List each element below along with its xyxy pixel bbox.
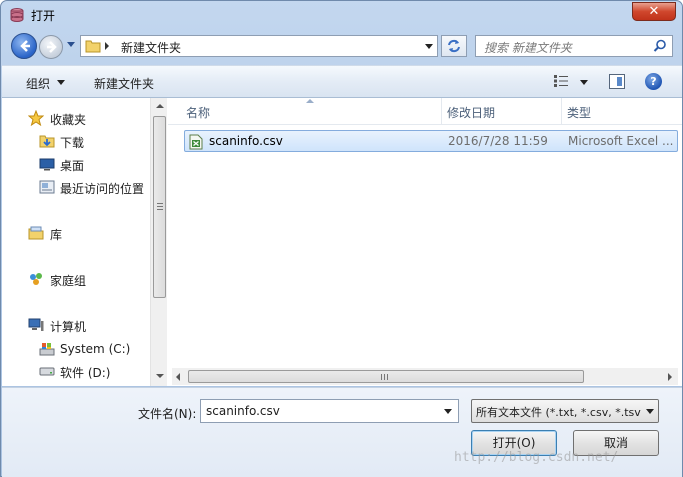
search-placeholder: 搜索 新建文件夹	[484, 41, 572, 55]
csv-file-icon	[189, 134, 203, 150]
content-area: 收藏夹 下载 桌面 最近访问的位置 库 家庭组 计算机 System (C:) …	[2, 98, 682, 386]
drive-icon	[39, 367, 55, 376]
view-options-icon[interactable]	[553, 74, 569, 88]
sidebar-item-recent-places[interactable]: 最近访问的位置	[2, 177, 150, 197]
file-type-filter-value: 所有文本文件 (*.txt, *.csv, *.tsv	[476, 406, 641, 419]
window-title: 打开	[31, 9, 56, 23]
scrollbar-thumb[interactable]	[153, 116, 166, 298]
sidebar-item-downloads[interactable]: 下载	[2, 131, 150, 151]
filename-dropdown-icon[interactable]	[444, 409, 452, 414]
sidebar-item-drive-d[interactable]: 软件 (D:)	[2, 361, 150, 381]
navigation-pane-scrollbar[interactable]	[150, 98, 167, 386]
recent-pages-dropdown[interactable]	[67, 42, 75, 47]
preview-pane-icon[interactable]	[609, 74, 625, 89]
grip-icon	[157, 203, 163, 210]
recent-places-icon	[39, 180, 55, 194]
file-list-horizontal-scrollbar[interactable]	[172, 368, 678, 385]
sidebar-item-label: 计算机	[50, 320, 87, 334]
sidebar-item-label: 下载	[60, 136, 85, 150]
search-input[interactable]: 搜索 新建文件夹	[475, 35, 673, 57]
star-icon	[28, 110, 44, 126]
view-dropdown-icon[interactable]	[580, 80, 588, 85]
sidebar-item-label: 桌面	[60, 159, 85, 173]
system-drive-icon	[39, 343, 55, 356]
file-type: Microsoft Excel ...	[568, 134, 674, 148]
column-divider[interactable]	[561, 98, 562, 125]
grip-icon	[381, 374, 388, 380]
sort-ascending-icon	[306, 99, 314, 103]
sidebar-item-label: 家庭组	[50, 274, 87, 288]
sidebar-item-label: 最近访问的位置	[60, 182, 145, 196]
arrow-right-icon	[47, 41, 57, 53]
scrollbar-thumb[interactable]	[188, 370, 584, 383]
arrow-left-icon	[20, 40, 30, 52]
scroll-right-icon[interactable]	[668, 373, 672, 381]
command-toolbar: 组织 新建文件夹 ?	[2, 65, 682, 98]
title-bar: 打开 ✕	[1, 1, 682, 29]
breadcrumb-current-folder[interactable]: 新建文件夹	[121, 39, 181, 56]
sidebar-item-homegroup[interactable]: 家庭组	[2, 269, 150, 289]
file-type-filter-select[interactable]: 所有文本文件 (*.txt, *.csv, *.tsv	[471, 399, 659, 423]
organize-menu[interactable]: 组织	[26, 75, 50, 92]
file-modified-date: 2016/7/28 11:59	[448, 134, 548, 148]
sidebar-item-desktop[interactable]: 桌面	[2, 154, 150, 174]
column-header-modified[interactable]: 修改日期	[447, 104, 495, 121]
dialog-footer: 文件名(N): scaninfo.csv 所有文本文件 (*.txt, *.cs…	[2, 387, 682, 477]
sidebar-item-favorites[interactable]: 收藏夹	[2, 108, 150, 128]
homegroup-icon	[30, 273, 42, 285]
computer-icon	[28, 318, 44, 331]
address-bar[interactable]: 新建文件夹	[80, 35, 438, 57]
address-dropdown-icon[interactable]	[425, 44, 433, 49]
refresh-icon	[448, 39, 460, 53]
back-button[interactable]	[11, 33, 37, 59]
navigation-bar: 新建文件夹 搜索 新建文件夹	[1, 29, 682, 63]
sidebar-item-label: 库	[50, 228, 63, 242]
scroll-up-icon[interactable]	[156, 104, 164, 108]
column-divider[interactable]	[441, 98, 442, 125]
app-icon	[9, 7, 25, 23]
sidebar-item-libraries[interactable]: 库	[2, 223, 150, 243]
watermark-text: http://blog.csdn.net/	[454, 450, 619, 465]
search-icon[interactable]	[653, 39, 667, 53]
file-name: scaninfo.csv	[209, 134, 283, 148]
file-list-pane: 名称 修改日期 类型 scaninfo.csv 2016/7/28 11:59 …	[168, 98, 682, 386]
new-folder-button[interactable]: 新建文件夹	[94, 75, 154, 92]
breadcrumb-separator-icon[interactable]	[105, 42, 109, 50]
filename-label: 文件名(N):	[138, 407, 197, 421]
sidebar-item-label: 软件 (D:)	[60, 366, 111, 380]
chevron-down-icon[interactable]	[642, 400, 658, 422]
downloads-folder-icon	[39, 135, 55, 148]
column-header-row: 名称 修改日期 类型	[168, 98, 682, 125]
organize-dropdown-icon[interactable]	[57, 80, 65, 85]
forward-button[interactable]	[39, 35, 63, 59]
file-row[interactable]: scaninfo.csv 2016/7/28 11:59 Microsoft E…	[184, 130, 678, 152]
filename-input[interactable]: scaninfo.csv	[200, 399, 459, 423]
help-icon[interactable]: ?	[645, 73, 662, 90]
filename-value[interactable]: scaninfo.csv	[206, 404, 280, 418]
scroll-left-icon[interactable]	[176, 373, 180, 381]
sidebar-item-computer[interactable]: 计算机	[2, 315, 150, 335]
close-button[interactable]: ✕	[632, 2, 676, 21]
column-header-name[interactable]: 名称	[186, 104, 210, 121]
sidebar-item-label: 收藏夹	[50, 113, 87, 127]
refresh-button[interactable]	[441, 35, 467, 57]
sidebar-item-system-drive[interactable]: System (C:)	[2, 339, 150, 359]
navigation-pane: 收藏夹 下载 桌面 最近访问的位置 库 家庭组 计算机 System (C:) …	[2, 98, 150, 386]
libraries-icon	[28, 226, 44, 240]
sidebar-item-label: System (C:)	[60, 342, 131, 356]
open-file-dialog: 打开 ✕ 新建文件夹 搜索 新建文件夹 组织 新建文件夹 ? 收藏夹 下载 桌面…	[0, 0, 683, 477]
column-header-type[interactable]: 类型	[567, 104, 591, 121]
folder-icon	[85, 40, 101, 53]
desktop-icon	[39, 158, 55, 171]
scroll-down-icon[interactable]	[156, 374, 164, 378]
